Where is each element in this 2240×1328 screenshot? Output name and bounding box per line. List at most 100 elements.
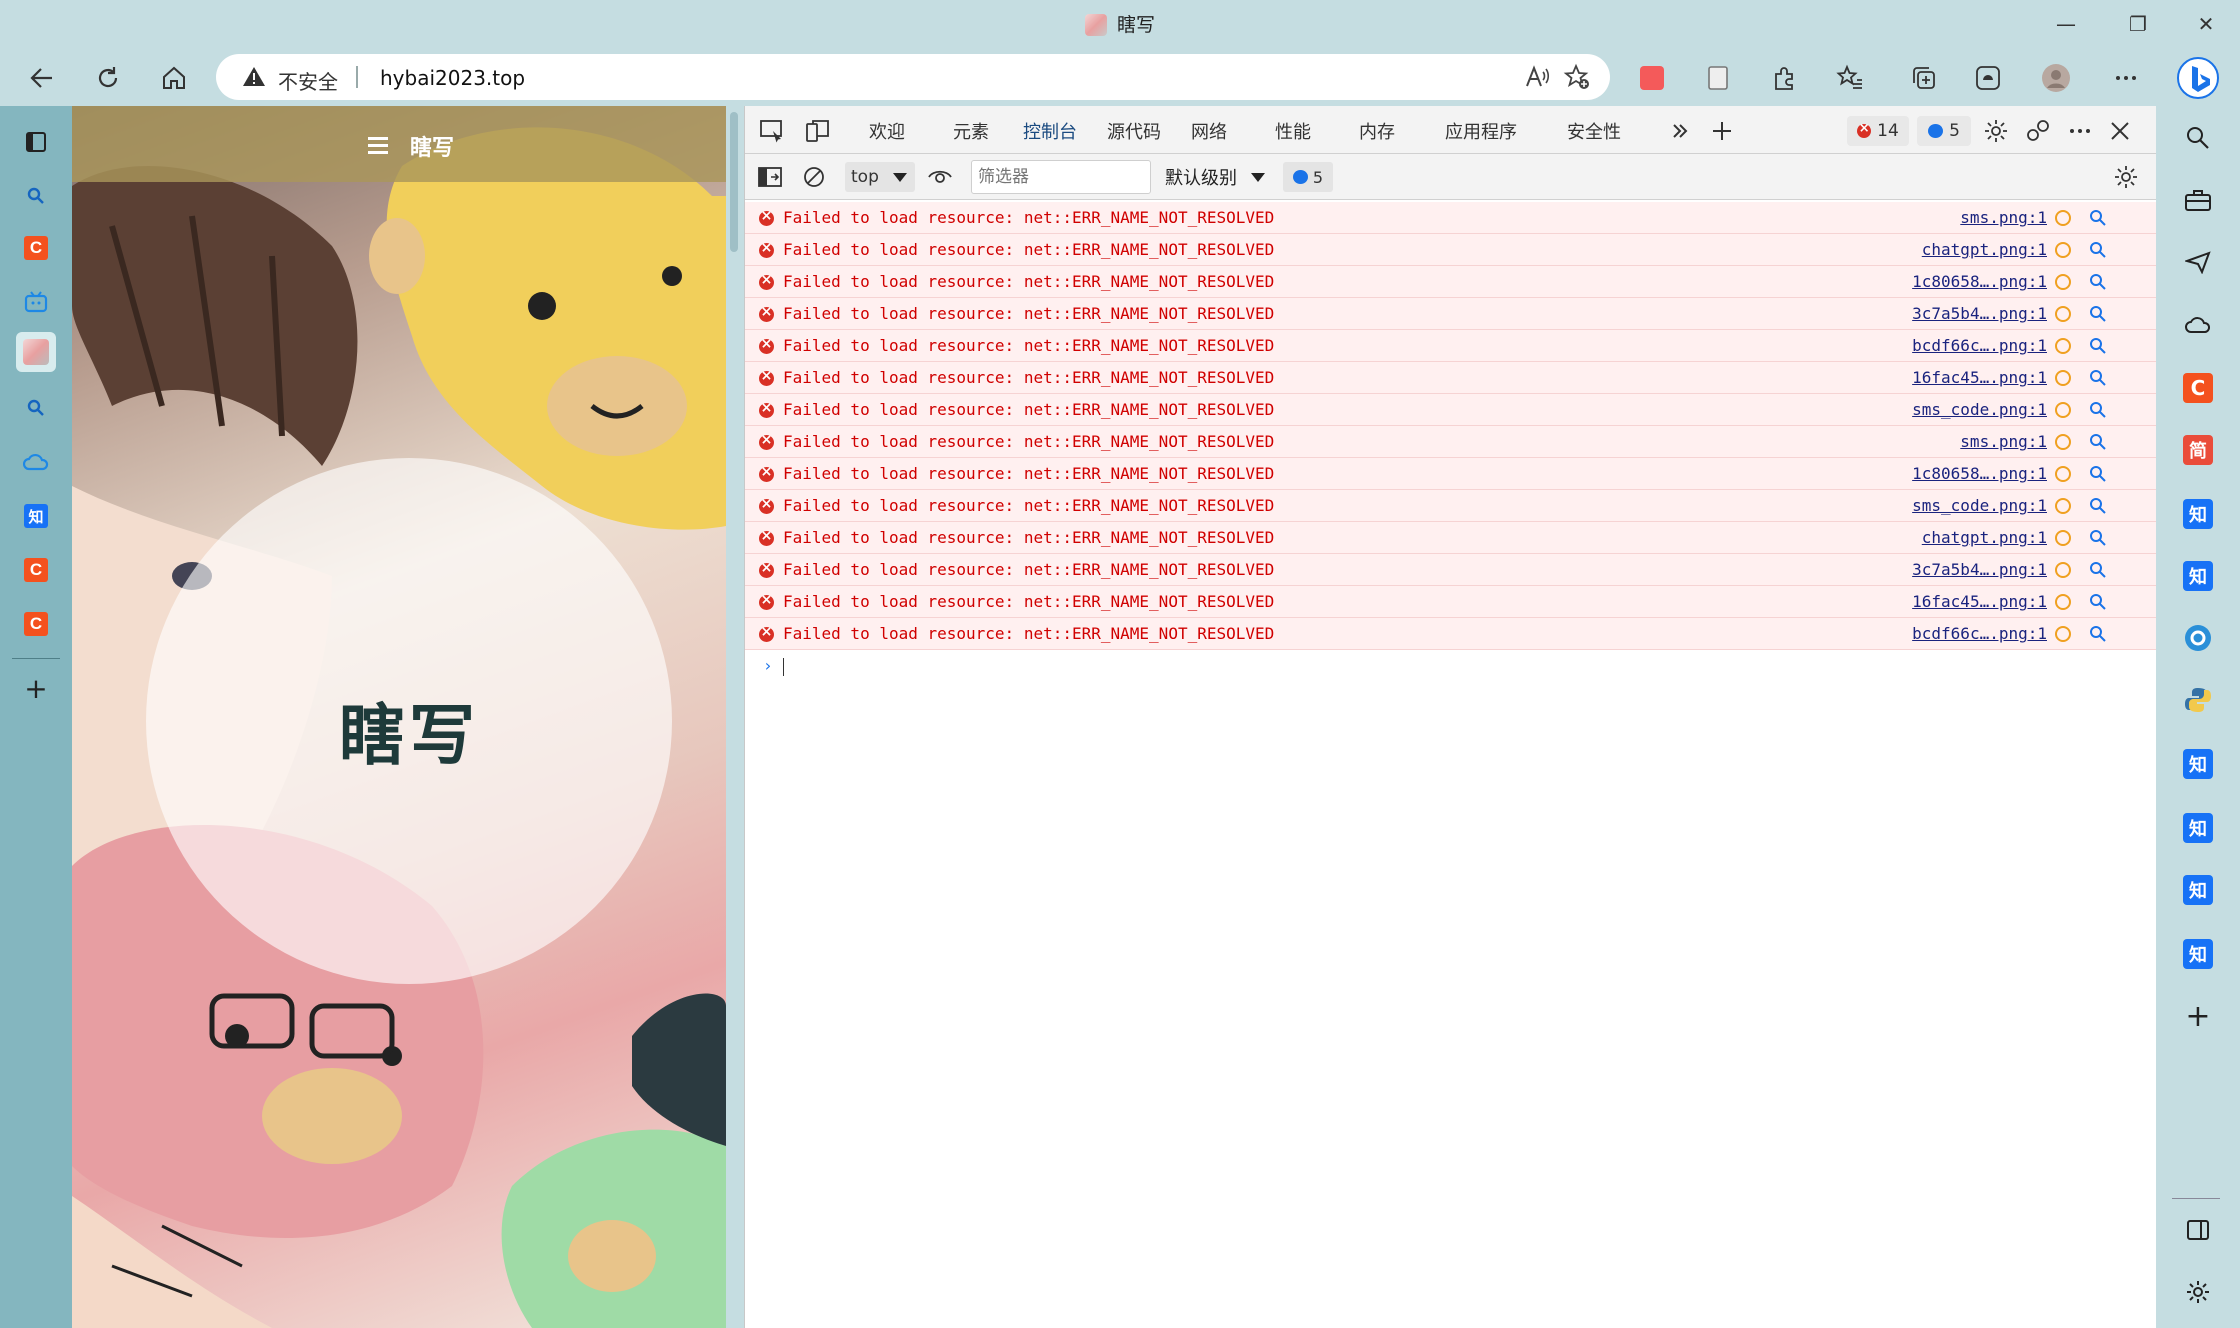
page-scrollbar-thumb[interactable] bbox=[730, 112, 738, 252]
sidebar-app-zhihu-6[interactable]: 知 bbox=[2178, 934, 2218, 974]
devtools-tab-performance[interactable]: 性能 bbox=[1275, 118, 1311, 144]
console-error-row[interactable]: Failed to load resource: net::ERR_NAME_N… bbox=[745, 394, 2157, 426]
source-link[interactable]: 1c80658….png:1 bbox=[1912, 464, 2047, 483]
console-prompt[interactable]: › bbox=[745, 650, 2157, 682]
sidebar-app-zhihu-5[interactable]: 知 bbox=[2178, 870, 2218, 910]
explain-ai-icon[interactable] bbox=[2055, 530, 2071, 546]
explain-ai-icon[interactable] bbox=[2055, 402, 2071, 418]
minimize-button[interactable]: — bbox=[2036, 6, 2096, 42]
settings-more-button[interactable] bbox=[2110, 62, 2142, 94]
message-count-badge[interactable]: 5 bbox=[1917, 116, 1971, 146]
devtools-tab-sources[interactable]: 源代码 bbox=[1107, 118, 1161, 144]
search-icon[interactable] bbox=[2089, 241, 2107, 259]
add-tool-button[interactable] bbox=[1707, 116, 1737, 146]
console-error-row[interactable]: Failed to load resource: net::ERR_NAME_N… bbox=[745, 234, 2157, 266]
explain-ai-icon[interactable] bbox=[2055, 626, 2071, 642]
error-count-badge[interactable]: 14 bbox=[1847, 116, 1909, 146]
back-button[interactable] bbox=[20, 56, 64, 100]
search-icon[interactable] bbox=[2089, 561, 2107, 579]
source-link[interactable]: 16fac45….png:1 bbox=[1912, 592, 2047, 611]
sidebar-app-python[interactable] bbox=[2178, 680, 2218, 720]
page-scrollbar[interactable] bbox=[726, 106, 744, 1328]
address-bar[interactable]: 不安全 hybai2023.top bbox=[216, 54, 1610, 100]
source-link[interactable]: sms_code.png:1 bbox=[1912, 400, 2047, 419]
customize-devtools-button[interactable] bbox=[2065, 116, 2095, 146]
console-error-row[interactable]: Failed to load resource: net::ERR_NAME_N… bbox=[745, 362, 2157, 394]
explain-ai-icon[interactable] bbox=[2055, 594, 2071, 610]
sidebar-app-jian[interactable]: 简 bbox=[2178, 430, 2218, 470]
home-button[interactable] bbox=[152, 56, 196, 100]
new-tab-button[interactable]: + bbox=[16, 668, 56, 708]
source-link[interactable]: chatgpt.png:1 bbox=[1922, 240, 2047, 259]
search-icon[interactable] bbox=[2089, 465, 2107, 483]
read-aloud-button[interactable] bbox=[1522, 62, 1552, 92]
console-error-row[interactable]: Failed to load resource: net::ERR_NAME_N… bbox=[745, 426, 2157, 458]
sidebar-tab-active-site[interactable] bbox=[16, 332, 56, 372]
performance-button[interactable] bbox=[1972, 62, 2004, 94]
explain-ai-icon[interactable] bbox=[2055, 498, 2071, 514]
explain-ai-icon[interactable] bbox=[2055, 274, 2071, 290]
source-link[interactable]: 1c80658….png:1 bbox=[1912, 272, 2047, 291]
source-link[interactable]: 16fac45….png:1 bbox=[1912, 368, 2047, 387]
console-filter-input[interactable] bbox=[971, 160, 1151, 194]
source-link[interactable]: bcdf66c….png:1 bbox=[1912, 336, 2047, 355]
close-devtools-button[interactable] bbox=[2105, 116, 2135, 146]
console-error-row[interactable]: Failed to load resource: net::ERR_NAME_N… bbox=[745, 298, 2157, 330]
sidebar-search-button[interactable] bbox=[2178, 118, 2218, 158]
devtools-tab-welcome[interactable]: 欢迎 bbox=[869, 118, 905, 144]
sidebar-tab-c-1[interactable]: C bbox=[16, 228, 56, 268]
live-expression-button[interactable] bbox=[925, 162, 955, 192]
search-icon[interactable] bbox=[2089, 369, 2107, 387]
sidebar-tools-button[interactable] bbox=[2178, 180, 2218, 220]
search-icon[interactable] bbox=[2089, 305, 2107, 323]
feedback-button[interactable] bbox=[2023, 116, 2053, 146]
source-link[interactable]: 3c7a5b4….png:1 bbox=[1912, 304, 2047, 323]
sidebar-tab-cloud[interactable] bbox=[16, 442, 56, 482]
favorites-button[interactable] bbox=[1834, 62, 1866, 94]
sidebar-app-swirl[interactable] bbox=[2178, 618, 2218, 658]
sidebar-tab-search-1[interactable] bbox=[16, 176, 56, 216]
reload-button[interactable] bbox=[86, 56, 130, 100]
filter-message-count[interactable]: 5 bbox=[1283, 162, 1333, 192]
extension-red-button[interactable] bbox=[1636, 62, 1668, 94]
source-link[interactable]: bcdf66c….png:1 bbox=[1912, 624, 2047, 643]
console-error-row[interactable]: Failed to load resource: net::ERR_NAME_N… bbox=[745, 522, 2157, 554]
sidebar-tab-c-2[interactable]: C bbox=[16, 550, 56, 590]
sidebar-app-zhihu-1[interactable]: 知 bbox=[2178, 494, 2218, 534]
log-level-selector[interactable]: 默认级别 bbox=[1165, 164, 1265, 190]
site-brand[interactable]: 瞎写 bbox=[410, 130, 454, 162]
sidebar-send-button[interactable] bbox=[2178, 242, 2218, 282]
search-icon[interactable] bbox=[2089, 593, 2107, 611]
close-window-button[interactable]: ✕ bbox=[2176, 6, 2236, 42]
search-icon[interactable] bbox=[2089, 625, 2107, 643]
clear-console-button[interactable] bbox=[799, 162, 829, 192]
devtools-tab-application[interactable]: 应用程序 bbox=[1445, 118, 1517, 144]
sidebar-tab-bilibili[interactable] bbox=[16, 282, 56, 322]
source-link[interactable]: 3c7a5b4….png:1 bbox=[1912, 560, 2047, 579]
console-settings-button[interactable] bbox=[2111, 162, 2141, 192]
copilot-button[interactable] bbox=[2176, 56, 2220, 100]
devtools-tab-memory[interactable]: 内存 bbox=[1359, 118, 1395, 144]
search-icon[interactable] bbox=[2089, 497, 2107, 515]
hide-sidebar-button[interactable] bbox=[2178, 1210, 2218, 1250]
devtools-tab-security[interactable]: 安全性 bbox=[1567, 118, 1621, 144]
sidebar-app-zhihu-4[interactable]: 知 bbox=[2178, 808, 2218, 848]
explain-ai-icon[interactable] bbox=[2055, 210, 2071, 226]
collections-button[interactable] bbox=[1908, 62, 1940, 94]
sidebar-tab-zhihu[interactable]: 知 bbox=[16, 496, 56, 536]
sidebar-tab-c-3[interactable]: C bbox=[16, 604, 56, 644]
maximize-button[interactable]: ❐ bbox=[2108, 6, 2168, 42]
extensions-button[interactable] bbox=[1768, 62, 1800, 94]
hamburger-menu-icon[interactable] bbox=[368, 136, 388, 154]
sidebar-app-c[interactable]: C bbox=[2178, 368, 2218, 408]
source-link[interactable]: sms.png:1 bbox=[1960, 208, 2047, 227]
search-icon[interactable] bbox=[2089, 433, 2107, 451]
search-icon[interactable] bbox=[2089, 337, 2107, 355]
search-icon[interactable] bbox=[2089, 529, 2107, 547]
context-selector[interactable]: top bbox=[845, 162, 915, 192]
more-tabs-button[interactable] bbox=[1665, 116, 1695, 146]
console-error-row[interactable]: Failed to load resource: net::ERR_NAME_N… bbox=[745, 490, 2157, 522]
search-icon[interactable] bbox=[2089, 209, 2107, 227]
profile-button[interactable] bbox=[2040, 62, 2072, 94]
add-favorite-button[interactable] bbox=[1562, 62, 1592, 92]
